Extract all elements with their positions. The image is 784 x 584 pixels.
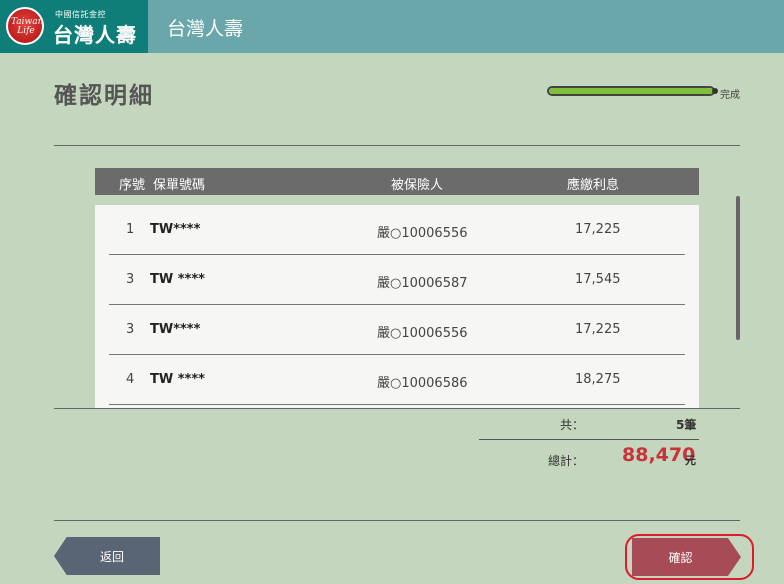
brand-logo[interactable]: Taiwan Life 中國信託金控 台灣人壽 bbox=[0, 0, 148, 53]
row-seq: 3 bbox=[126, 322, 135, 337]
table-row[interactable]: 3 TW**** 嚴○10006556 17,225 bbox=[95, 305, 699, 355]
logo-script: Taiwan Life bbox=[11, 17, 44, 36]
policy-table[interactable]: 1 TW**** 嚴○10006556 17,225 3 TW **** 嚴○1… bbox=[95, 205, 699, 408]
count-label: 共： bbox=[560, 418, 585, 432]
progress-label: 完成 bbox=[720, 90, 740, 101]
total-unit: 元 bbox=[685, 454, 696, 467]
header-title: 台灣人壽 bbox=[167, 18, 244, 40]
row-interest: 18,275 bbox=[575, 372, 621, 387]
table-row[interactable]: 4 TW **** 嚴○10006586 18,275 bbox=[95, 355, 699, 405]
table-scrollbar[interactable] bbox=[736, 196, 740, 340]
row-seq: 1 bbox=[126, 222, 135, 237]
row-seq: 4 bbox=[126, 372, 135, 387]
progress-bar bbox=[547, 86, 715, 96]
row-interest: 17,225 bbox=[575, 222, 621, 237]
count-value: 5筆 bbox=[676, 418, 697, 432]
column-interest: 應繳利息 bbox=[567, 178, 620, 193]
column-insured: 被保險人 bbox=[391, 178, 444, 193]
row-insured: 嚴○10006587 bbox=[377, 276, 468, 291]
table-bottom-divider bbox=[54, 408, 740, 409]
row-policy: TW**** bbox=[150, 322, 201, 337]
row-insured: 嚴○10006556 bbox=[377, 326, 468, 341]
progress-end-icon bbox=[712, 88, 718, 94]
row-interest: 17,545 bbox=[575, 272, 621, 287]
back-button[interactable]: 返回 bbox=[54, 537, 160, 575]
column-seq: 序號 bbox=[119, 178, 146, 193]
row-insured: 嚴○10006586 bbox=[377, 376, 468, 391]
table-header: 序號 保單號碼 被保險人 應繳利息 bbox=[95, 168, 699, 195]
row-policy: TW**** bbox=[150, 222, 201, 237]
progress-fill bbox=[549, 88, 713, 94]
row-insured: 嚴○10006556 bbox=[377, 226, 468, 241]
row-policy: TW **** bbox=[150, 372, 205, 387]
totals-divider bbox=[479, 439, 699, 440]
footer-divider bbox=[54, 520, 740, 521]
row-divider bbox=[109, 404, 685, 405]
logo-brand: 台灣人壽 bbox=[53, 23, 137, 47]
logo-emblem-icon: Taiwan Life bbox=[6, 7, 44, 45]
row-seq: 3 bbox=[126, 272, 135, 287]
column-policy: 保單號碼 bbox=[153, 178, 206, 193]
title-divider bbox=[54, 145, 740, 146]
app-header: Taiwan Life 中國信託金控 台灣人壽 台灣人壽 bbox=[0, 0, 784, 53]
page-title: 確認明細 bbox=[54, 83, 154, 109]
table-row[interactable]: 1 TW**** 嚴○10006556 17,225 bbox=[95, 205, 699, 255]
confirm-button[interactable]: 確認 bbox=[632, 538, 741, 576]
table-row[interactable]: 3 TW **** 嚴○10006587 17,545 bbox=[95, 255, 699, 305]
row-policy: TW **** bbox=[150, 272, 205, 287]
row-interest: 17,225 bbox=[575, 322, 621, 337]
total-label: 總計： bbox=[548, 454, 585, 468]
